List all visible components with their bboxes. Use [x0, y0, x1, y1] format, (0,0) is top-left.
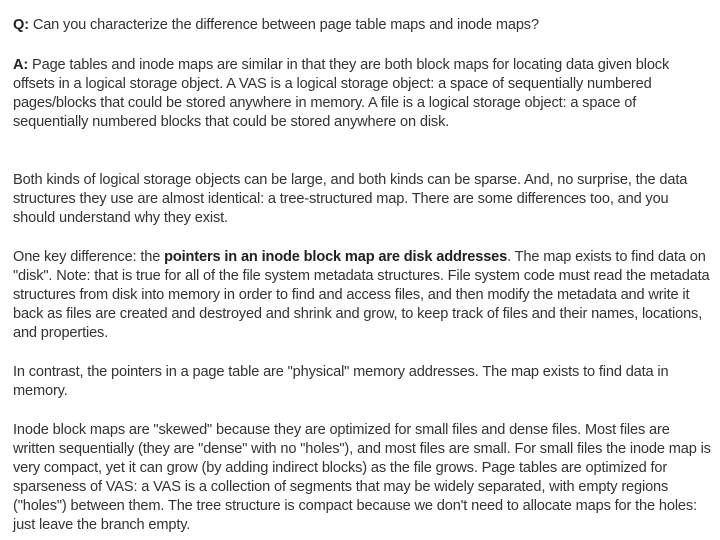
question-paragraph: Q: Can you characterize the difference b…: [13, 16, 713, 35]
question-text: Can you characterize the difference betw…: [28, 17, 539, 33]
answer-label: A:: [13, 57, 29, 73]
answer-text-3-emphasis: pointers in an inode block map are disk …: [164, 249, 508, 265]
answer-paragraph-1: A: Page tables and inode maps are simila…: [13, 56, 713, 132]
answer-paragraph-3: One key difference: the pointers in an i…: [13, 248, 713, 343]
answer-paragraph-5: Inode block maps are "skewed" because th…: [13, 421, 713, 535]
answer-paragraph-2: Both kinds of logical storage objects ca…: [13, 171, 713, 228]
answer-text-2: Both kinds of logical storage objects ca…: [13, 172, 688, 226]
answer-text-4: In contrast, the pointers in a page tabl…: [13, 364, 669, 399]
answer-text-3-before: One key difference: the: [13, 249, 165, 265]
answer-paragraph-4: In contrast, the pointers in a page tabl…: [13, 363, 713, 401]
answer-text-5: Inode block maps are "skewed" because th…: [13, 422, 711, 533]
answer-text-1: Page tables and inode maps are similar i…: [13, 57, 670, 130]
question-label: Q:: [13, 17, 29, 33]
